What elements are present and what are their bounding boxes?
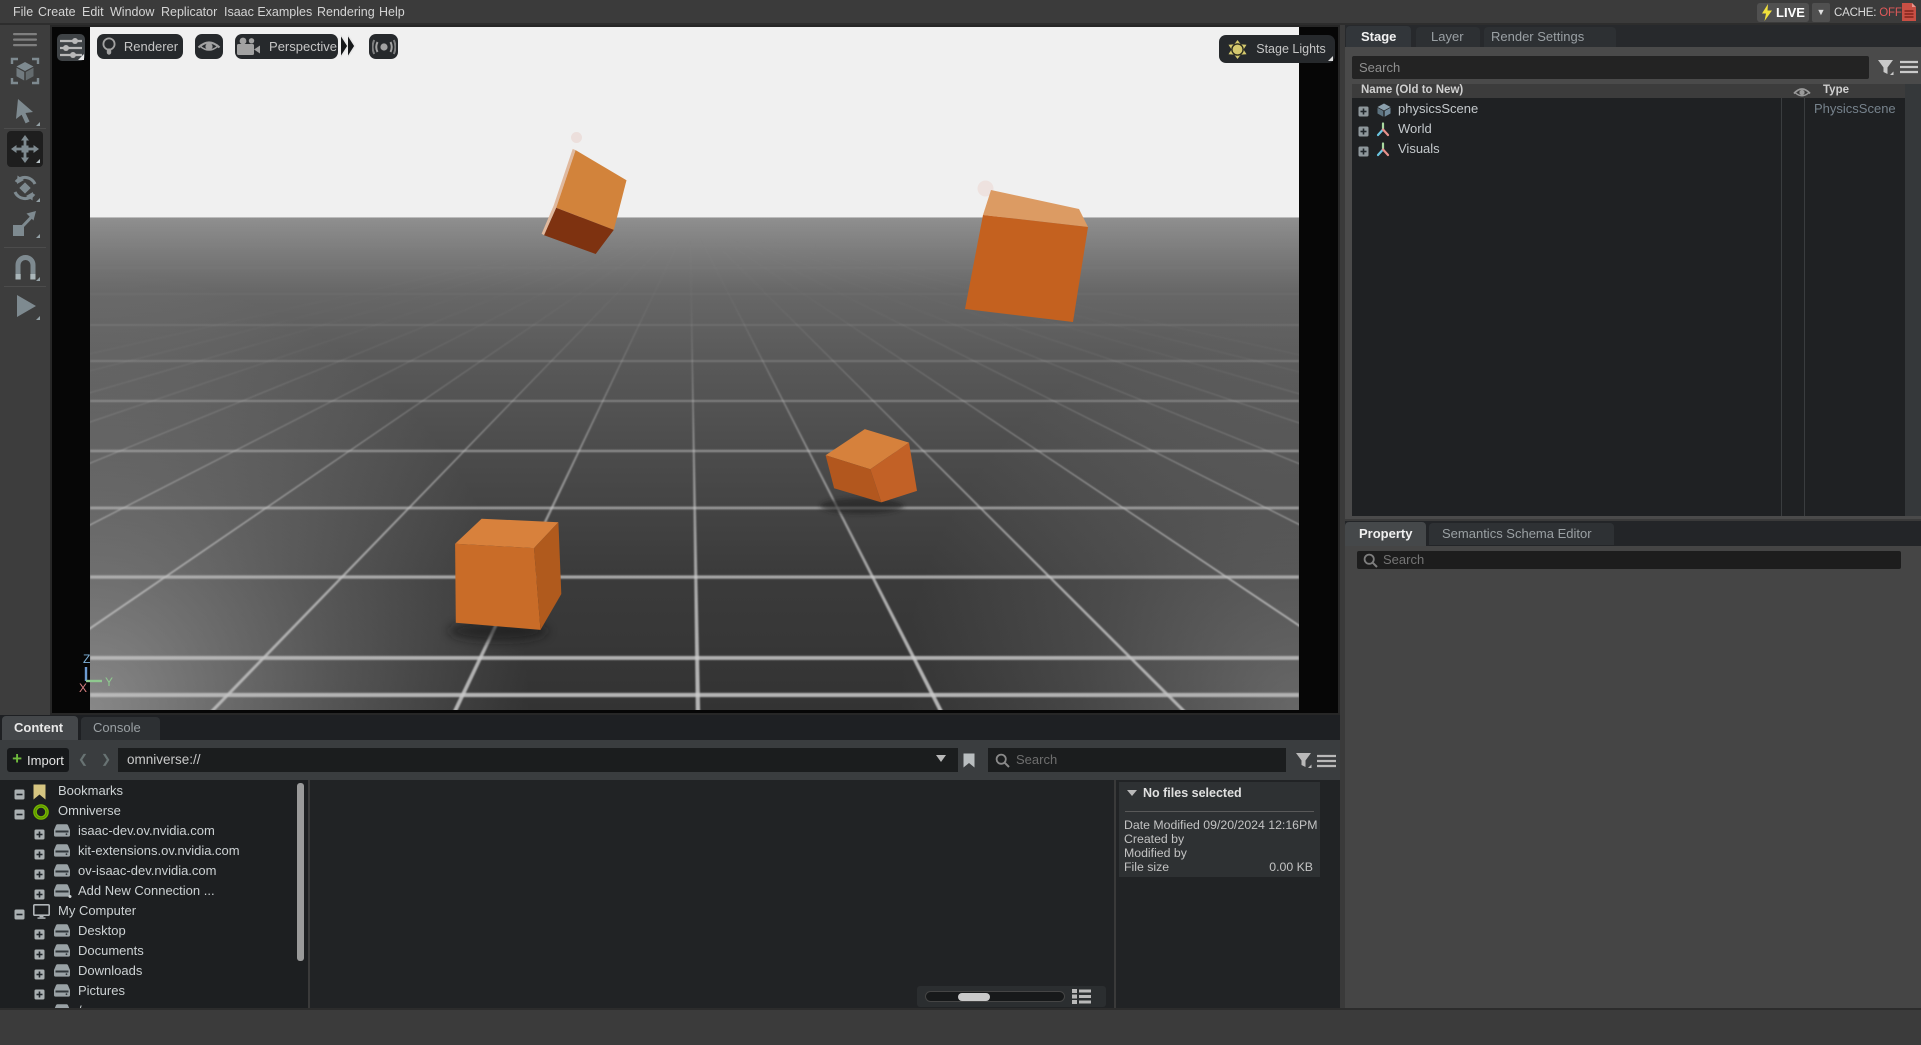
svg-text:X: X — [79, 681, 87, 695]
svg-text:Y: Y — [105, 675, 113, 689]
svg-text:Z: Z — [83, 652, 90, 666]
